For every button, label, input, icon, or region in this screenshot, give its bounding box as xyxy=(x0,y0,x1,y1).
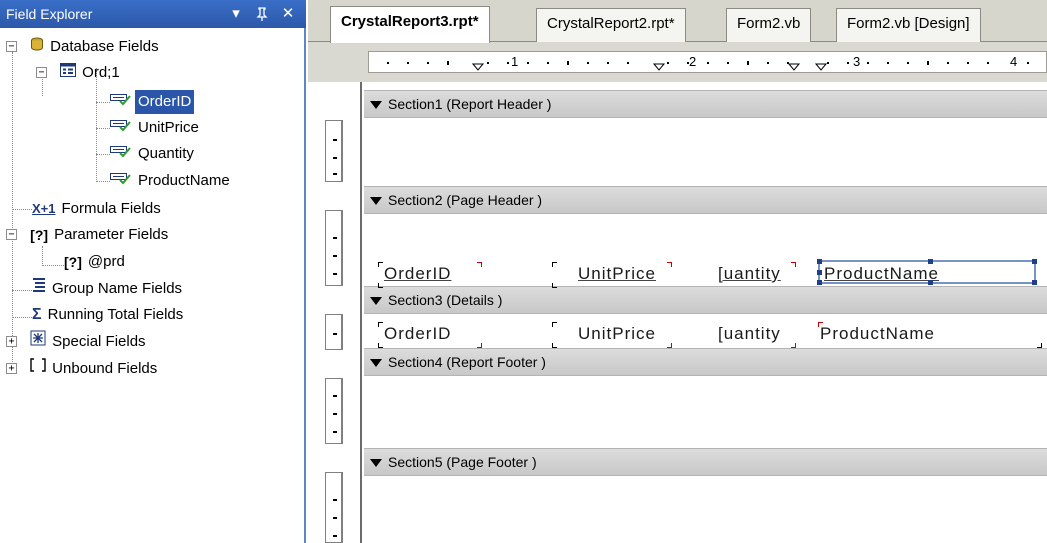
tree-item-unitprice[interactable]: UnitPrice xyxy=(110,116,202,140)
field-text: OrderID xyxy=(384,264,452,283)
section-label: Section1 (Report Header ) xyxy=(388,96,552,112)
tree-item-productname[interactable]: ProductName xyxy=(110,169,233,193)
tree-item-prd-parameter[interactable]: [?] @prd xyxy=(64,250,128,274)
parameter-icon: [?] xyxy=(30,227,49,244)
tree-item-parameter-fields[interactable]: − [?] Parameter Fields xyxy=(6,223,171,247)
field-icon xyxy=(110,116,132,140)
detail-field-quantity[interactable]: [uantity xyxy=(718,322,798,348)
page-header-field-orderid[interactable]: OrderID xyxy=(378,262,484,288)
horizontal-ruler[interactable]: 1 2 3 4 xyxy=(368,51,1047,73)
tree-item-formula-fields[interactable]: X+1 Formula Fields xyxy=(32,197,164,221)
tree-item-label: Running Total Fields xyxy=(47,306,184,323)
ruler-number: 3 xyxy=(853,54,861,69)
section-label: Section2 (Page Header ) xyxy=(388,192,543,208)
tree-item-label: OrderID xyxy=(135,90,195,114)
ruler-number: 2 xyxy=(689,54,697,69)
tree-item-quantity[interactable]: Quantity xyxy=(110,142,197,166)
expand-icon[interactable]: + xyxy=(6,336,17,347)
tree-item-label: Group Name Fields xyxy=(52,280,183,297)
collapse-triangle-icon[interactable] xyxy=(370,297,382,306)
ruler-number: 1 xyxy=(511,54,519,69)
tree-item-label: @prd xyxy=(87,253,125,270)
table-icon xyxy=(60,61,77,85)
section-bar-page-footer[interactable]: Section5 (Page Footer ) xyxy=(364,448,1047,476)
tree-item-label: Quantity xyxy=(138,145,194,162)
section-bar-report-footer[interactable]: Section4 (Report Footer ) xyxy=(364,348,1047,376)
page-left-border xyxy=(360,82,362,543)
tree-item-label: UnitPrice xyxy=(138,119,199,136)
detail-field-unitprice[interactable]: UnitPrice xyxy=(552,322,678,348)
report-designer-area: CrystalReport3.rpt* CrystalReport2.rpt* … xyxy=(308,0,1047,543)
field-text: ProductName xyxy=(820,324,935,343)
running-total-icon: Σ xyxy=(32,306,42,324)
collapse-triangle-icon[interactable] xyxy=(370,359,382,368)
ruler-number: 4 xyxy=(1010,54,1018,69)
tree-item-database-fields[interactable]: − Database Fields xyxy=(6,35,162,59)
tree-item-group-name-fields[interactable]: Group Name Fields xyxy=(32,277,185,301)
tab-crystalreport3[interactable]: CrystalReport3.rpt* xyxy=(330,6,490,43)
field-icon xyxy=(110,142,132,166)
tree-item-label: Parameter Fields xyxy=(54,226,169,243)
tree-item-label: Ord;1 xyxy=(82,64,120,81)
database-icon xyxy=(30,35,44,59)
field-explorer-title-bar: Field Explorer ▾ ✕ xyxy=(0,0,306,28)
field-explorer-tree: − Database Fields − Ord;1 OrderID UnitPr… xyxy=(0,28,300,543)
unbound-fields-icon xyxy=(30,357,46,381)
window-position-dropdown-icon[interactable]: ▾ xyxy=(226,0,246,28)
section-label: Section4 (Report Footer ) xyxy=(388,354,546,370)
field-explorer-title: Field Explorer xyxy=(6,6,93,22)
close-icon[interactable]: ✕ xyxy=(278,0,298,28)
field-text: OrderID xyxy=(384,324,452,343)
document-tab-strip: CrystalReport3.rpt* CrystalReport2.rpt* … xyxy=(308,0,1047,43)
field-text: [uantity xyxy=(718,324,781,343)
tab-form2-vb-design[interactable]: Form2.vb [Design] xyxy=(836,8,981,42)
section-bar-details[interactable]: Section3 (Details ) xyxy=(364,286,1047,314)
tree-item-label: Special Fields xyxy=(52,333,146,350)
collapse-icon[interactable]: − xyxy=(6,229,17,240)
detail-field-orderid[interactable]: OrderID xyxy=(378,322,484,348)
report-design-surface: Section1 (Report Header ) Section2 (Page… xyxy=(308,82,1047,543)
group-name-icon xyxy=(32,277,46,301)
collapse-triangle-icon[interactable] xyxy=(370,459,382,468)
tree-item-label: Database Fields xyxy=(50,38,159,55)
special-fields-icon xyxy=(30,330,46,354)
page-header-field-unitprice[interactable]: UnitPrice xyxy=(552,262,678,288)
field-text: UnitPrice xyxy=(578,324,656,343)
field-explorer-panel: Field Explorer ▾ ✕ − Database Fields − O… xyxy=(0,0,306,543)
field-text: [uantity xyxy=(718,264,781,283)
tree-item-running-total-fields[interactable]: Σ Running Total Fields xyxy=(32,303,186,327)
section-bar-page-header[interactable]: Section2 (Page Header ) xyxy=(364,186,1047,214)
field-icon xyxy=(110,169,132,193)
vertical-ruler xyxy=(325,82,343,543)
ruler-row: 1 2 3 4 xyxy=(308,42,1047,82)
detail-field-productname[interactable]: ProductName xyxy=(818,322,1042,348)
collapse-triangle-icon[interactable] xyxy=(370,101,382,110)
tree-item-ord-table[interactable]: − Ord;1 xyxy=(36,61,123,85)
tree-item-orderid[interactable]: OrderID xyxy=(110,90,195,114)
tree-item-special-fields[interactable]: + Special Fields xyxy=(6,330,149,354)
tab-form2-vb[interactable]: Form2.vb xyxy=(726,8,812,42)
page-header-field-productname[interactable]: ProductName xyxy=(817,259,1037,285)
tree-item-label: ProductName xyxy=(138,172,230,189)
section-bar-report-header[interactable]: Section1 (Report Header ) xyxy=(364,90,1047,118)
auto-hide-pin-icon[interactable] xyxy=(252,0,272,28)
field-text: UnitPrice xyxy=(578,264,656,283)
tree-item-label: Formula Fields xyxy=(61,200,161,217)
section-label: Section3 (Details ) xyxy=(388,292,503,308)
parameter-item-icon: [?] xyxy=(64,254,82,271)
formula-icon: X+1 xyxy=(32,201,56,217)
tree-item-label: Unbound Fields xyxy=(52,360,158,377)
section-label: Section5 (Page Footer ) xyxy=(388,454,537,470)
collapse-icon[interactable]: − xyxy=(6,41,17,52)
tab-crystalreport2[interactable]: CrystalReport2.rpt* xyxy=(536,8,686,42)
page-header-field-quantity[interactable]: [uantity xyxy=(718,262,798,286)
tree-item-unbound-fields[interactable]: + Unbound Fields xyxy=(6,357,160,381)
field-text: ProductName xyxy=(824,264,939,283)
expand-icon[interactable]: + xyxy=(6,363,17,374)
collapse-icon[interactable]: − xyxy=(36,67,47,78)
collapse-triangle-icon[interactable] xyxy=(370,197,382,206)
field-icon xyxy=(110,90,132,114)
